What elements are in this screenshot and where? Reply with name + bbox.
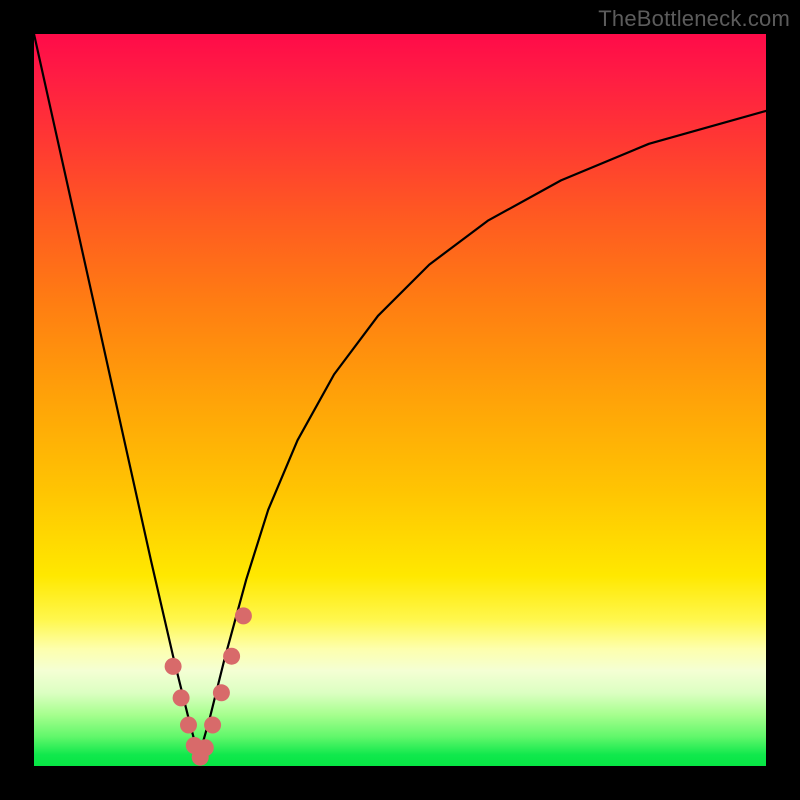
marker-dot [197,739,214,756]
marker-dot [204,717,221,734]
curve-svg [34,34,766,766]
main-curve [34,34,766,757]
watermark-text: TheBottleneck.com [598,6,790,32]
marker-dot [173,689,190,706]
marker-dot [235,607,252,624]
marker-dot [213,684,230,701]
outer-frame: TheBottleneck.com [0,0,800,800]
marker-dot [180,717,197,734]
marker-dot [165,658,182,675]
plot-area [34,34,766,766]
marker-dot [223,648,240,665]
